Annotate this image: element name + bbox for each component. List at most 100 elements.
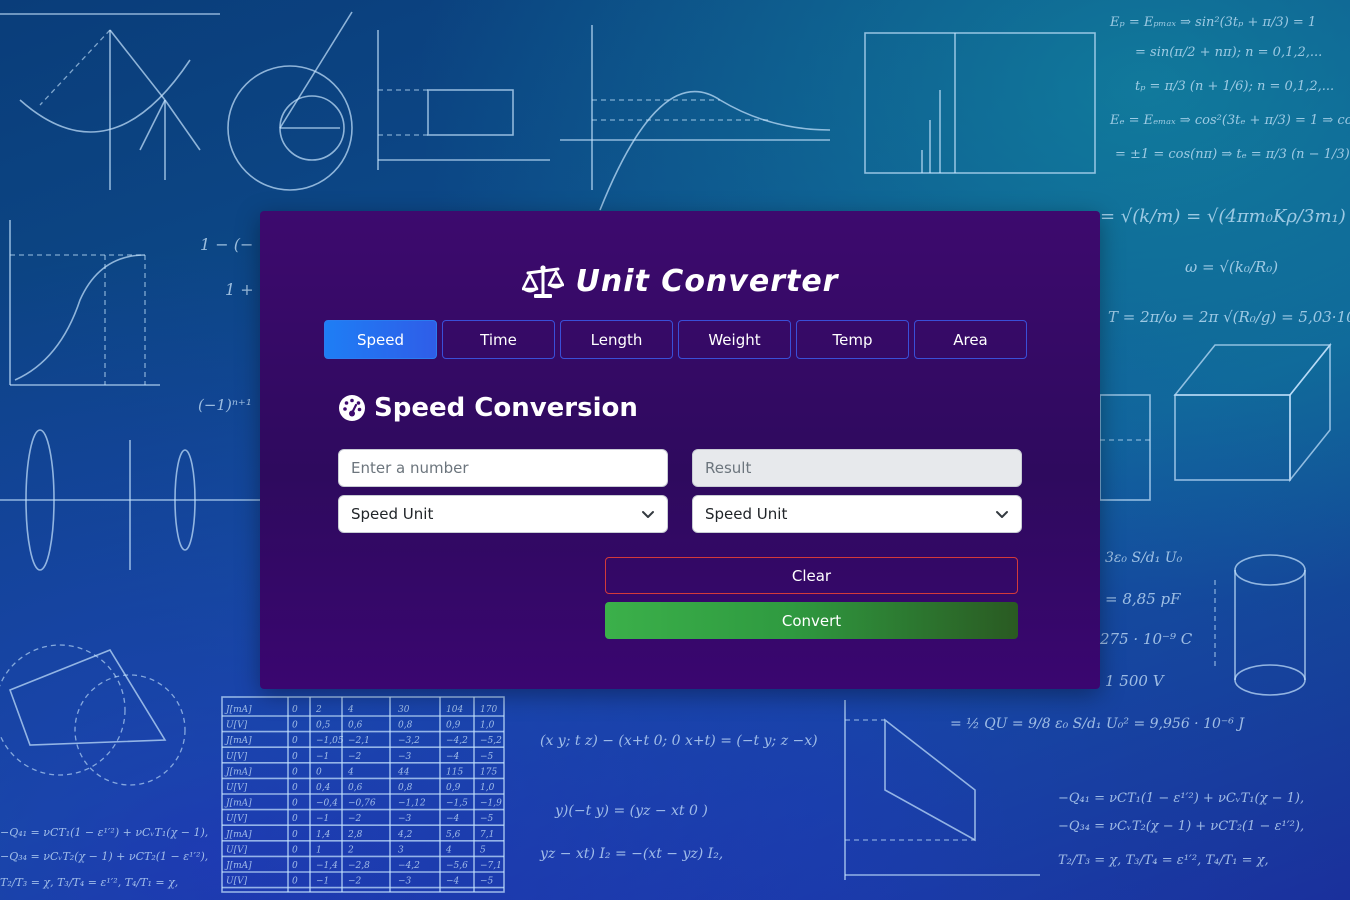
clear-button[interactable]: Clear [605,557,1018,594]
tab-weight[interactable]: Weight [678,320,791,359]
cylinder-diagram [1214,554,1306,696]
table-cell: −1,05 [316,736,344,746]
table-cell: 0 [292,814,298,824]
svg-text:(x y; t z) − (x+t 0; 0 x+t) =: (x y; t z) − (x+t 0; 0 x+t) = (−t y; z −… [540,733,818,749]
table-cell: −2 [348,814,362,824]
svg-text:= √(k/m) = √(4πm₀Kρ/3m₁) = √(4: = √(k/m) = √(4πm₀Kρ/3m₁) = √(4πK/3) [1100,206,1350,227]
formula-text-top-right: Eₚ = Eₚₘₐₓ ⇒ sin²(3tₚ + π/3) = 1 = sin(π… [1100,15,1350,326]
table-cell: −4,2 [398,861,420,871]
table-cell: J[mA] [224,767,252,777]
app-title: Unit Converter [260,263,1100,299]
table-cell: −1 [316,814,329,824]
circle-diagram [227,11,353,191]
chevron-down-icon [641,507,655,521]
svg-text:T = 2π/ω = 2π √(R₀/g) = 5,03·1: T = 2π/ω = 2π √(R₀/g) = 5,03·10⁵s. [1108,308,1350,326]
chevron-down-icon [995,507,1009,521]
from-unit-select[interactable]: Speed Unit [338,495,668,533]
number-input[interactable] [338,449,668,487]
table-cell: 0 [292,830,298,840]
table-cell: −2,1 [348,736,370,746]
table-cell: −4 [446,752,460,762]
table-cell: 2,8 [347,830,363,840]
unit-tabs: Speed Time Length Weight Temp Area [324,320,1027,359]
table-cell: −0,76 [348,799,376,809]
svg-text:−Q₃₄ = νCᵥT₂(χ − 1) + νCT₂(1 −: −Q₃₄ = νCᵥT₂(χ − 1) + νCT₂(1 − ε¹′²), [1058,819,1304,834]
svg-text:ω = √(k₀/R₀): ω = √(k₀/R₀) [1185,258,1278,276]
table-cell: 0,4 [316,783,331,793]
converter-card: Unit Converter Speed Time Length Weight … [260,211,1100,689]
table-cell: 104 [446,705,463,715]
svg-text:= ±1 = cos(nπ) ⇒ tₑ = π/3 (n −: = ±1 = cos(nπ) ⇒ tₑ = π/3 (n − 1/3) [1115,147,1350,162]
table-cell: 0,6 [348,721,363,731]
table-cell: 4 [347,767,354,777]
table-cell: −1 [316,752,329,762]
svg-text:T₂/T₃ = χ, T₃/T₄ = ε¹′², T₄/: T₂/T₃ = χ, T₃/T₄ = ε¹′², T₄/T₁ = χ, [1058,853,1269,868]
svg-text:1 +: 1 + [225,280,254,299]
table-cell: 4,2 [397,830,413,840]
table-cell: 4 [445,845,452,855]
pendulum-diagram [0,13,220,190]
table-cell: 1 [316,845,322,855]
table-cell: 170 [480,705,497,715]
table-cell: 0 [292,752,298,762]
table-cell: 2 [315,705,322,715]
table-cell: 3 [398,845,404,855]
table-cell: 30 [398,705,410,715]
table-cell: 0 [292,845,298,855]
table-cell: −1,5 [446,799,468,809]
svg-text:T₂/T₃ = χ, T₃/T₄ = ε¹′², T₄/: T₂/T₃ = χ, T₃/T₄ = ε¹′², T₄/T₁ = χ, [0,876,178,889]
gauge-icon [338,394,366,422]
table-cell: 1,4 [316,830,331,840]
table-cell: U[V] [226,783,248,793]
from-unit-value: Speed Unit [351,505,434,523]
svg-text:= 8,85 pF: = 8,85 pF [1105,590,1181,608]
tab-length[interactable]: Length [560,320,673,359]
section-title: Speed Conversion [338,393,638,423]
tab-speed[interactable]: Speed [324,320,437,359]
to-unit-select[interactable]: Speed Unit [692,495,1022,533]
table-cell: 44 [397,767,410,777]
svg-text:−Q₄₁ = νCT₁(1 − ε¹′²) + νCᵥT₁(: −Q₄₁ = νCT₁(1 − ε¹′²) + νCᵥT₁(χ − 1), [1058,791,1304,806]
table-cell: U[V] [226,845,248,855]
table-cell: 5,6 [446,830,461,840]
table-cell: 0 [292,877,298,887]
table-cell: 175 [480,767,497,777]
table-cell: −2,8 [348,861,370,871]
box-diagram [1173,342,1332,483]
table-cell: −2 [348,752,362,762]
table-cell: U[V] [226,877,248,887]
svg-text:275 · 10⁻⁹ C: 275 · 10⁻⁹ C [1099,630,1193,648]
table-cell: −1,12 [398,799,426,809]
beaker-diagram [1099,394,1151,501]
table-cell: −5,6 [446,861,468,871]
curve-plot [560,25,831,211]
spectrum-chart [864,32,1096,174]
table-cell: 0 [292,861,298,871]
left-formulas: 1 − (− 1 + (−1)ⁿ⁺¹ [198,235,254,414]
table-cell: J[mA] [224,705,252,715]
table-cell: 0 [292,783,298,793]
to-unit-value: Speed Unit [705,505,788,523]
svg-text:= sin(π/2 + nπ); n = 0,1,2,..: = sin(π/2 + nπ); n = 0,1,2,... [1135,45,1322,60]
table-cell: 4 [347,705,354,715]
table-cell: −5 [480,752,494,762]
step-potential-diagram [377,30,550,170]
convert-button[interactable]: Convert [605,602,1018,639]
result-field[interactable] [692,449,1022,487]
svg-text:= ½ QU = 9/8 ε₀ S/d₁ U₀² = 9,9: = ½ QU = 9/8 ε₀ S/d₁ U₀² = 9,956 · 10⁻⁶ … [950,716,1245,732]
table-cell: 7,1 [480,830,494,840]
table-cell: −0,4 [316,799,338,809]
table-cell: −1 [316,877,329,887]
svg-text:1 500 V: 1 500 V [1105,672,1166,690]
tab-area[interactable]: Area [914,320,1027,359]
tab-temp[interactable]: Temp [796,320,909,359]
table-cell: 0 [292,736,298,746]
table-cell: J[mA] [224,830,252,840]
svg-text:y)(−t y) = (yz − xt 0 ): y)(−t y) = (yz − xt 0 ) [554,803,708,819]
tab-time[interactable]: Time [442,320,555,359]
table-cell: −2 [348,877,362,887]
svg-text:−Q₄₁ = νCT₁(1 − ε¹′²) + νCᵥT₁(: −Q₄₁ = νCT₁(1 − ε¹′²) + νCᵥT₁(χ − 1), [0,826,208,839]
table-cell: J[mA] [224,799,252,809]
table-cell: −5,2 [480,736,502,746]
balance-scale-icon [521,263,564,299]
